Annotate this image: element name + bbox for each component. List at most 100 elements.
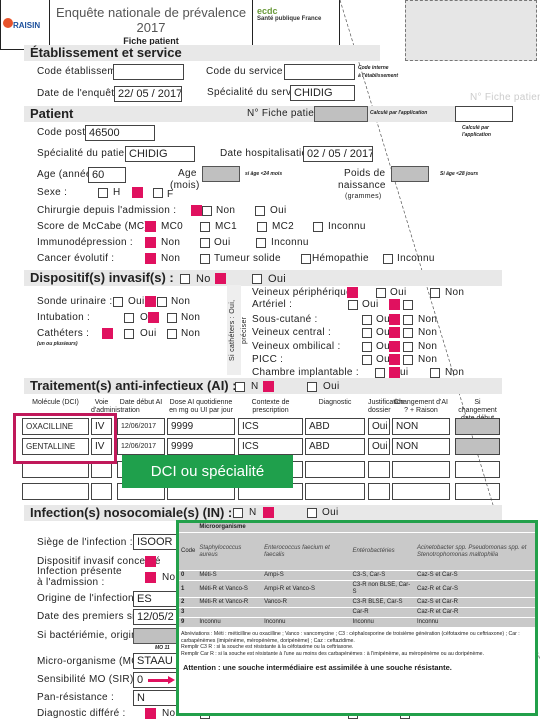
table-cell[interactable]: 12/06/2017 [117, 438, 165, 455]
dispositifs-non-checkbox[interactable] [180, 274, 190, 284]
ombilical-checked[interactable] [389, 341, 400, 352]
age-input[interactable]: 60 [88, 167, 126, 183]
code-postal-input[interactable]: 46500 [85, 125, 155, 141]
table-cell[interactable] [368, 483, 390, 500]
chambre-non-checkbox[interactable] [430, 368, 440, 378]
table-cell[interactable]: 9999 [167, 438, 235, 455]
field-label: Non [216, 205, 236, 216]
intubation-non-checkbox[interactable] [167, 313, 177, 323]
arteriel-oui-checkbox[interactable] [348, 300, 358, 310]
chambre-oui-checkbox[interactable] [375, 368, 385, 378]
fiche-patient-right-input[interactable] [455, 106, 513, 122]
note-text: l'application [462, 132, 491, 138]
table-cell [455, 461, 500, 478]
sexe-f-checkbox[interactable] [153, 188, 163, 198]
checkbox-checked[interactable] [145, 708, 156, 719]
specialite-service-input[interactable]: CHIDIG [290, 85, 355, 101]
picc-checked[interactable] [389, 354, 400, 365]
table-cell[interactable] [22, 483, 89, 500]
table-cell[interactable]: 9999 [167, 418, 235, 435]
table-cell[interactable]: ICS [238, 418, 303, 435]
field-label: Code du service [206, 66, 283, 77]
checkbox-checked[interactable] [102, 328, 113, 339]
mc-inconnu-checkbox[interactable] [313, 222, 323, 232]
sexe-h-checkbox[interactable] [98, 188, 108, 198]
sexe-checked[interactable] [132, 187, 143, 198]
checkbox-checked[interactable] [148, 312, 159, 323]
infection-checked[interactable] [263, 507, 274, 518]
central-oui-checkbox[interactable] [362, 328, 372, 338]
table-cell[interactable]: Oui [368, 418, 390, 435]
checkbox-checked[interactable] [145, 296, 156, 307]
dispositifs-checked[interactable] [215, 273, 226, 284]
cancer-inconnu-checkbox[interactable] [383, 254, 393, 264]
table-cell[interactable]: ICS [238, 438, 303, 455]
ombilical-non-checkbox[interactable] [403, 342, 413, 352]
central-non-checkbox[interactable] [403, 328, 413, 338]
date-hospitalisation-input[interactable]: 02 / 05 / 2017 [303, 146, 373, 162]
mc0-checked[interactable] [145, 221, 156, 232]
table-cell[interactable] [368, 461, 390, 478]
traitement-n-checkbox[interactable] [235, 382, 245, 392]
dispositifs-oui-checkbox[interactable] [252, 274, 262, 284]
sous_cutane-non-checkbox[interactable] [403, 315, 413, 325]
ombilical-oui-checkbox[interactable] [362, 342, 372, 352]
legend-cell: Car-R [350, 607, 415, 618]
periph-oui-checkbox[interactable] [376, 288, 386, 298]
periph-checked[interactable] [347, 287, 358, 298]
checkbox-checked[interactable] [145, 556, 156, 567]
immuno-oui-checkbox[interactable] [200, 238, 210, 248]
field-label: Ou [376, 327, 390, 338]
traitement-oui-checkbox[interactable] [307, 382, 317, 392]
infection-n-checkbox[interactable] [233, 508, 243, 518]
mc2-checkbox[interactable] [257, 222, 267, 232]
specialite-patient-input[interactable]: CHIDIG [125, 146, 195, 162]
code-etablissement-input[interactable] [113, 64, 184, 80]
table-cell[interactable]: NON [392, 438, 450, 455]
table-cell[interactable] [392, 461, 450, 478]
date-enquete-input[interactable]: 22/ 05 / 2017 [114, 86, 182, 102]
chirurgie-oui-checkbox[interactable] [255, 206, 265, 216]
code-service-input[interactable] [284, 64, 355, 80]
traitement-checked[interactable] [263, 381, 274, 392]
infection-oui-checkbox[interactable] [307, 508, 317, 518]
table-cell[interactable] [91, 483, 112, 500]
central-checked[interactable] [389, 327, 400, 338]
periph-non-checkbox[interactable] [430, 288, 440, 298]
field-label: O [140, 312, 149, 323]
intubation-oui-checkbox[interactable] [124, 313, 134, 323]
sous_cutane-oui-checkbox[interactable] [362, 315, 372, 325]
catheters-oui-checkbox[interactable] [124, 329, 134, 339]
table-cell[interactable] [392, 483, 450, 500]
checkbox-checked[interactable] [191, 205, 202, 216]
table-cell[interactable]: NON [392, 418, 450, 435]
cancer-non-checked[interactable] [145, 253, 156, 264]
sonde-oui-checkbox[interactable] [113, 297, 123, 307]
tumeur-checkbox[interactable] [200, 254, 210, 264]
picc-oui-checkbox[interactable] [362, 355, 372, 365]
field-label: Sous-cutané : [252, 314, 318, 325]
chirurgie-non-checkbox[interactable] [202, 206, 212, 216]
immuno-non-checked[interactable] [145, 237, 156, 248]
field-label: Non [171, 296, 191, 307]
immuno-inconnu-checkbox[interactable] [256, 238, 266, 248]
column-header: Date début AI [119, 399, 163, 406]
table-cell[interactable] [305, 461, 365, 478]
arteriel-non-checkbox[interactable] [403, 300, 413, 310]
table-cell[interactable]: Oui [368, 438, 390, 455]
catheters-vertical-note: Si cathéters : Oui, préciser [227, 285, 248, 375]
chambre-checked[interactable] [389, 367, 400, 378]
table-cell[interactable]: 12/06/2017 [117, 418, 165, 435]
table-cell[interactable]: ABD [305, 438, 365, 455]
table-cell[interactable] [305, 483, 365, 500]
arteriel-checked[interactable] [389, 299, 400, 310]
catheters-non-checkbox[interactable] [167, 329, 177, 339]
mc1-checkbox[interactable] [200, 222, 210, 232]
table-cell[interactable]: ABD [305, 418, 365, 435]
picc-non-checkbox[interactable] [403, 355, 413, 365]
field-label: Veineux périphérique [252, 287, 352, 298]
sous_cutane-checked[interactable] [389, 314, 400, 325]
checkbox-checked[interactable] [145, 572, 156, 583]
sonde-non-checkbox[interactable] [157, 297, 167, 307]
hemopathie-checkbox[interactable] [301, 254, 311, 264]
